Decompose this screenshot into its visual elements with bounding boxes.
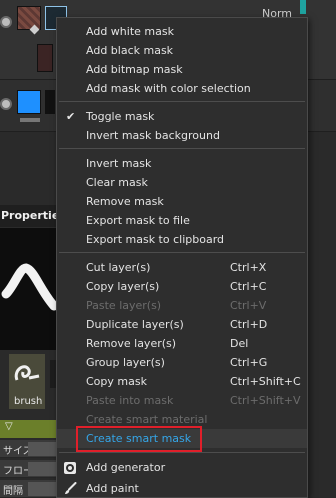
property-row[interactable]: サイズ bbox=[0, 440, 56, 458]
scroll-indicator bbox=[300, 0, 306, 14]
brush-preview bbox=[0, 228, 56, 350]
property-row[interactable]: 間隔 bbox=[0, 480, 56, 498]
layer-context-menu: Add white mask Add black mask Add bitmap… bbox=[56, 17, 308, 498]
menu-item-add-bitmap-mask[interactable]: Add bitmap mask bbox=[57, 60, 307, 79]
menu-item-add-black-mask[interactable]: Add black mask bbox=[57, 41, 307, 60]
menu-item-copy-mask[interactable]: Copy mask Ctrl+Shift+C bbox=[57, 372, 307, 391]
generator-icon bbox=[64, 462, 76, 474]
brush-label: brush bbox=[14, 396, 43, 407]
property-value-field[interactable] bbox=[28, 462, 56, 476]
menu-separator bbox=[59, 101, 305, 102]
shortcut-label: Ctrl+C bbox=[230, 280, 267, 293]
app-window: Norm Properties brush ▽ サイズ フロー 間隔 Add w… bbox=[0, 0, 336, 498]
menu-item-toggle-mask[interactable]: ✔ Toggle mask bbox=[57, 107, 307, 126]
menu-item-duplicate-layers[interactable]: Duplicate layer(s) Ctrl+D bbox=[57, 315, 307, 334]
layer-name-bar bbox=[20, 118, 40, 122]
menu-separator bbox=[59, 252, 305, 253]
shortcut-label: Del bbox=[230, 337, 249, 350]
menu-item-add-generator[interactable]: Add generator bbox=[57, 458, 307, 477]
menu-item-add-white-mask[interactable]: Add white mask bbox=[57, 22, 307, 41]
menu-item-paste-into-mask: Paste into mask Ctrl+Shift+V bbox=[86, 394, 301, 407]
chevron-down-icon: ▽ bbox=[5, 421, 13, 432]
menu-item-group-layers[interactable]: Group layer(s) Ctrl+G bbox=[57, 353, 307, 372]
menu-separator bbox=[59, 148, 305, 149]
property-row[interactable]: フロー bbox=[0, 460, 56, 478]
shortcut-label: Ctrl+X bbox=[230, 261, 267, 274]
menu-item-copy-layers[interactable]: Copy layer(s) Ctrl+C bbox=[57, 277, 307, 296]
menu-item-remove-layers[interactable]: Remove layer(s) Del bbox=[57, 334, 307, 353]
menu-item-cut-layers[interactable]: Cut layer(s) Ctrl+X bbox=[57, 258, 307, 277]
menu-item-export-mask-clipboard[interactable]: Export mask to clipboard bbox=[57, 230, 307, 249]
mask-thumbnail[interactable] bbox=[45, 90, 55, 114]
property-value-field[interactable] bbox=[28, 482, 56, 496]
menu-item-add-paint[interactable]: Add paint bbox=[57, 479, 307, 498]
shortcut-label: Ctrl+V bbox=[230, 299, 267, 312]
highlight-outline bbox=[76, 426, 202, 452]
property-value-field[interactable] bbox=[28, 442, 56, 456]
property-label: 間隔 bbox=[3, 486, 23, 497]
menu-item-invert-mask-background[interactable]: Invert mask background bbox=[57, 126, 307, 145]
visibility-eye-icon[interactable] bbox=[0, 98, 12, 110]
sublayer-thumbnail bbox=[37, 44, 53, 72]
shortcut-label: Ctrl+Shift+C bbox=[230, 375, 301, 388]
paint-brush-icon bbox=[65, 482, 77, 494]
menu-item-invert-mask[interactable]: Invert mask bbox=[57, 154, 307, 173]
visibility-eye-icon[interactable] bbox=[0, 16, 12, 28]
fill-layer-thumbnail bbox=[17, 90, 41, 114]
shortcut-label: Ctrl+G bbox=[230, 356, 268, 369]
properties-panel-title: Properties bbox=[0, 205, 66, 227]
section-collapse-bar[interactable]: ▽ bbox=[0, 420, 56, 438]
menu-item-export-mask-file[interactable]: Export mask to file bbox=[57, 211, 307, 230]
menu-item-paste-layers: Paste layer(s) Ctrl+V bbox=[86, 299, 267, 312]
menu-item-add-mask-color-selection[interactable]: Add mask with color selection bbox=[57, 79, 307, 98]
checkmark-icon: ✔ bbox=[66, 110, 76, 123]
shortcut-label: Ctrl+D bbox=[230, 318, 268, 331]
menu-separator bbox=[59, 452, 305, 453]
shortcut-label: Ctrl+Shift+V bbox=[230, 394, 301, 407]
menu-item-remove-mask[interactable]: Remove mask bbox=[57, 192, 307, 211]
menu-item-clear-mask[interactable]: Clear mask bbox=[57, 173, 307, 192]
layer-thumbnail bbox=[17, 6, 41, 30]
